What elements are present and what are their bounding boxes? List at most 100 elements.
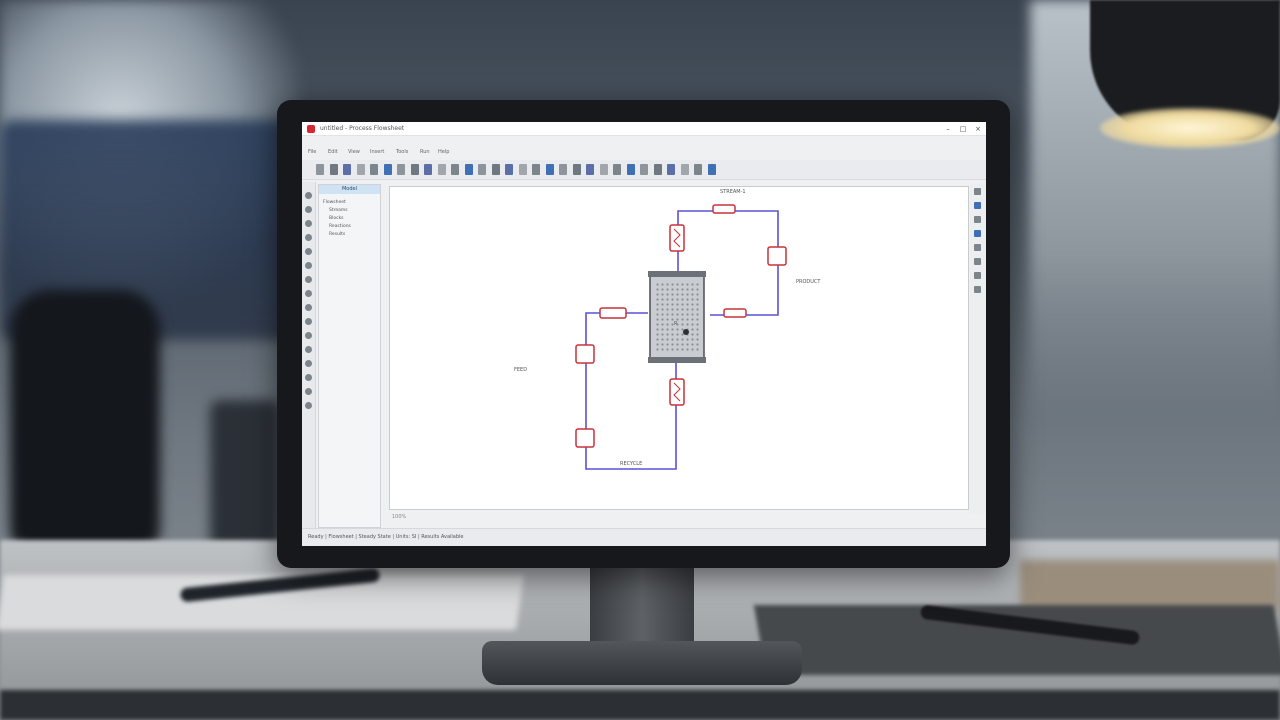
object-right bbox=[1020, 560, 1280, 610]
left-rail-icon[interactable] bbox=[305, 276, 312, 283]
menu-bar: File Edit View Insert Tools Run Help bbox=[302, 146, 986, 158]
toolbar-button-icon[interactable] bbox=[451, 164, 459, 175]
toolbar-button-icon[interactable] bbox=[424, 164, 432, 175]
menu-file[interactable]: File bbox=[308, 147, 316, 157]
right-rail-icon[interactable] bbox=[974, 202, 981, 209]
right-rail-icon[interactable] bbox=[974, 286, 981, 293]
toolbar-button-icon[interactable] bbox=[599, 164, 608, 175]
toolbar-button-icon[interactable] bbox=[680, 164, 689, 175]
toolbar-button-icon[interactable] bbox=[572, 164, 581, 175]
pump-left[interactable] bbox=[575, 344, 595, 364]
toolbar-button-icon[interactable] bbox=[383, 164, 392, 175]
toolbar-button-icon[interactable] bbox=[559, 164, 567, 175]
toolbar-button-icon[interactable] bbox=[532, 164, 540, 175]
desk-edge bbox=[0, 690, 1280, 720]
toolbar-button-icon[interactable] bbox=[464, 164, 473, 175]
menu-tools[interactable]: Tools bbox=[396, 147, 408, 157]
background-cylinder bbox=[210, 400, 280, 550]
menu-run[interactable]: Run bbox=[420, 147, 430, 157]
status-text: Ready | Flowsheet | Steady State | Units… bbox=[308, 534, 464, 540]
menu-help[interactable]: Help bbox=[438, 147, 449, 157]
pump-bottom[interactable] bbox=[575, 428, 595, 448]
reactor-vessel[interactable] bbox=[648, 271, 706, 363]
toolbar-button-icon[interactable] bbox=[707, 164, 716, 175]
toolbar-button-icon[interactable] bbox=[667, 164, 675, 175]
flowsheet-canvas[interactable]: STREAM-1 PRODUCT FEED RECYCLE R bbox=[389, 186, 969, 510]
left-rail-icon[interactable] bbox=[305, 374, 312, 381]
left-rail-icon[interactable] bbox=[305, 248, 312, 255]
valve-left[interactable] bbox=[599, 307, 627, 319]
left-rail-icon[interactable] bbox=[305, 346, 312, 353]
toolbar-button-icon[interactable] bbox=[586, 164, 594, 175]
left-rail-icon[interactable] bbox=[305, 262, 312, 269]
menu-insert[interactable]: Insert bbox=[370, 147, 384, 157]
tree-item-streams[interactable]: Streams bbox=[329, 207, 348, 214]
left-rail-icon[interactable] bbox=[305, 290, 312, 297]
left-rail-icon[interactable] bbox=[305, 388, 312, 395]
toolbar-button-icon[interactable] bbox=[518, 164, 527, 175]
right-rail-icon[interactable] bbox=[974, 272, 981, 279]
left-rail-icon[interactable] bbox=[305, 234, 312, 241]
valve-top[interactable] bbox=[712, 204, 736, 214]
toolbar-button-icon[interactable] bbox=[694, 164, 702, 175]
toolbar-button-icon[interactable] bbox=[356, 164, 365, 175]
toolbar-button-icon[interactable] bbox=[343, 164, 351, 175]
toolbar-button-icon[interactable] bbox=[329, 164, 338, 175]
window-title: untitled - Process Flowsheet bbox=[320, 125, 405, 132]
right-rail-icon[interactable] bbox=[974, 188, 981, 195]
label-left: FEED bbox=[514, 367, 527, 373]
left-rail-icon[interactable] bbox=[305, 402, 312, 409]
toolbar-button-icon[interactable] bbox=[437, 164, 446, 175]
left-rail-icon[interactable] bbox=[305, 360, 312, 367]
model-tree-panel: Model Flowsheet Streams Blocks Reactions… bbox=[318, 184, 381, 528]
toolbar-button-icon[interactable] bbox=[640, 164, 648, 175]
right-icon-rail bbox=[970, 184, 986, 514]
toolbar bbox=[302, 160, 986, 180]
tree-item-flowsheet[interactable]: Flowsheet bbox=[323, 199, 346, 206]
label-top: STREAM-1 bbox=[720, 189, 746, 195]
label-bottom: RECYCLE bbox=[620, 461, 642, 467]
left-rail-icon[interactable] bbox=[305, 192, 312, 199]
tree-item-reactions[interactable]: Reactions bbox=[329, 223, 351, 230]
app-logo-icon bbox=[307, 125, 315, 133]
tree-item-results[interactable]: Results bbox=[329, 231, 345, 238]
toolbar-button-icon[interactable] bbox=[410, 164, 419, 175]
pump-right[interactable] bbox=[767, 246, 787, 266]
heater-top[interactable] bbox=[669, 224, 685, 252]
minimize-button[interactable]: – bbox=[942, 123, 954, 135]
toolbar-button-icon[interactable] bbox=[505, 164, 513, 175]
tree-item-blocks[interactable]: Blocks bbox=[329, 215, 344, 222]
toolbar-button-icon[interactable] bbox=[370, 164, 378, 175]
menu-edit[interactable]: Edit bbox=[328, 147, 338, 157]
right-rail-icon[interactable] bbox=[974, 244, 981, 251]
left-rail-icon[interactable] bbox=[305, 318, 312, 325]
label-right: PRODUCT bbox=[796, 279, 821, 285]
desk-lamp-light bbox=[1100, 108, 1280, 148]
title-bar: untitled - Process Flowsheet – □ × bbox=[302, 122, 986, 136]
toolbar-button-icon[interactable] bbox=[545, 164, 554, 175]
left-icon-rail bbox=[302, 182, 316, 532]
right-rail-icon[interactable] bbox=[974, 258, 981, 265]
left-rail-icon[interactable] bbox=[305, 206, 312, 213]
toolbar-button-icon[interactable] bbox=[653, 164, 662, 175]
tree-header[interactable]: Model bbox=[319, 185, 380, 194]
right-rail-icon[interactable] bbox=[974, 216, 981, 223]
right-rail-icon[interactable] bbox=[974, 230, 981, 237]
left-rail-icon[interactable] bbox=[305, 220, 312, 227]
toolbar-button-icon[interactable] bbox=[316, 164, 324, 175]
left-rail-icon[interactable] bbox=[305, 332, 312, 339]
heater-bottom[interactable] bbox=[669, 378, 685, 406]
toolbar-button-icon[interactable] bbox=[626, 164, 635, 175]
flowsheet-diagram: STREAM-1 PRODUCT FEED RECYCLE R bbox=[514, 189, 821, 470]
close-button[interactable]: × bbox=[972, 123, 984, 135]
valve-right[interactable] bbox=[723, 308, 747, 318]
monitor-stand-neck bbox=[590, 566, 694, 650]
left-rail-icon[interactable] bbox=[305, 304, 312, 311]
toolbar-button-icon[interactable] bbox=[397, 164, 405, 175]
toolbar-button-icon[interactable] bbox=[491, 164, 500, 175]
toolbar-button-icon[interactable] bbox=[478, 164, 486, 175]
toolbar-button-icon[interactable] bbox=[613, 164, 621, 175]
status-bar: 100% Ready | Flowsheet | Steady State | … bbox=[302, 514, 986, 546]
menu-view[interactable]: View bbox=[348, 147, 360, 157]
maximize-button[interactable]: □ bbox=[957, 123, 969, 135]
